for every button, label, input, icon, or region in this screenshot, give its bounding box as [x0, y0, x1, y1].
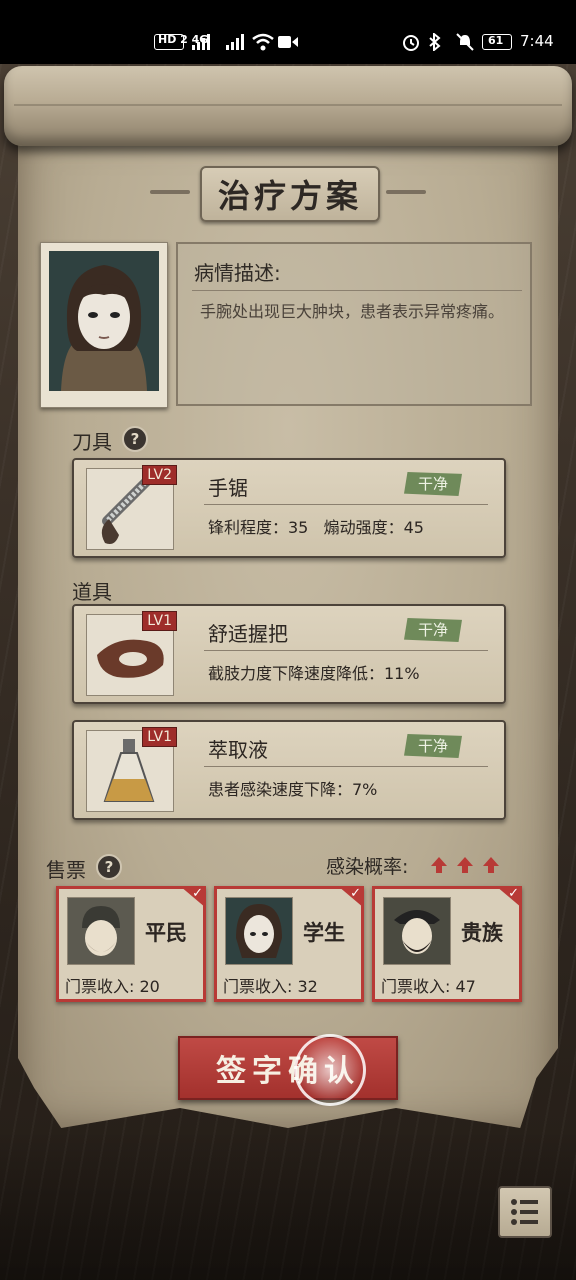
title-plate: 治疗方案 [200, 166, 380, 222]
tap-ripple [294, 1034, 366, 1106]
student-portrait [225, 897, 293, 965]
up-arrow-icon [483, 857, 499, 873]
prop-card-extract[interactable]: LV1 萃取液 干净 患者感染速度下降：7% [72, 720, 506, 820]
scroll-roll [4, 66, 572, 146]
menu-icon [511, 1199, 538, 1225]
mute-icon [456, 33, 474, 51]
title-ornament-right [386, 190, 426, 194]
tool-divider [204, 504, 488, 505]
check-icon: ✓ [180, 886, 206, 908]
extract-image: LV1 [86, 727, 177, 812]
commoner-name: 平民 [145, 921, 187, 945]
extract-clean-tag: 干净 [404, 734, 462, 758]
patient-portrait [40, 242, 168, 408]
commoner-portrait [67, 897, 135, 965]
commoner-income: 门票收入: 20 [65, 977, 160, 996]
grip-divider [204, 650, 488, 651]
page-title: 治疗方案 [217, 177, 362, 215]
condition-divider [192, 290, 522, 291]
grip-clean-tag: 干净 [404, 618, 462, 642]
wood-shadow [0, 1130, 576, 1280]
menu-button[interactable] [498, 1186, 552, 1238]
signal-icon-2 [226, 34, 244, 50]
tool-stats: 锋利程度：35 煽动强度：45 [208, 518, 424, 537]
bluetooth-icon [429, 33, 441, 51]
tool-card[interactable]: LV2 手锯 干净 锋利程度：35 煽动强度：45 [72, 458, 506, 558]
up-arrow-icon [457, 857, 473, 873]
saw-image: LV2 [86, 465, 177, 550]
extract-stats: 患者感染速度下降：7% [208, 780, 378, 799]
tickets-label: 售票 [46, 858, 86, 882]
title-ornament-left [150, 190, 190, 194]
student-income: 门票收入: 32 [223, 977, 318, 996]
grip-image: LV1 [86, 611, 177, 696]
battery-text: 61 [488, 34, 504, 47]
props-label: 道具 [72, 580, 112, 604]
condition-title: 病情描述: [194, 261, 281, 285]
grip-level-badge: LV1 [142, 611, 177, 631]
check-icon: ✓ [496, 886, 522, 908]
battery-icon: 61 [482, 34, 512, 50]
ticket-student[interactable]: 学生 门票收入: 32 ✓ [214, 886, 364, 1002]
prop-card-grip[interactable]: LV1 舒适握把 干净 截肢力度下降速度降低：11% [72, 604, 506, 704]
signal-icon [192, 34, 210, 50]
extract-level-badge: LV1 [142, 727, 177, 747]
check-icon: ✓ [338, 886, 364, 908]
up-arrow-icon [431, 857, 447, 873]
status-bar: HD 2 4G 61 7:44 [0, 0, 576, 64]
condition-text: 手腕处出现巨大肿块，患者表示异常疼痛。 [200, 302, 505, 321]
tool-level-badge: LV2 [142, 465, 177, 485]
grip-stats: 截肢力度下降速度降低：11% [208, 664, 420, 683]
video-icon [278, 36, 298, 48]
ticket-noble[interactable]: 贵族 门票收入: 47 ✓ [372, 886, 522, 1002]
ticket-commoner[interactable]: 平民 门票收入: 20 ✓ [56, 886, 206, 1002]
noble-name: 贵族 [461, 921, 503, 945]
extract-divider [204, 766, 488, 767]
tools-label: 刀具 [72, 430, 112, 454]
infection-label: 感染概率: [326, 856, 409, 878]
grip-name: 舒适握把 [208, 622, 288, 646]
tools-help-icon[interactable]: ? [122, 426, 148, 452]
student-name: 学生 [303, 921, 345, 945]
extract-name: 萃取液 [208, 738, 268, 762]
status-time: 7:44 [520, 32, 554, 50]
tool-clean-tag: 干净 [404, 472, 462, 496]
tool-name: 手锯 [208, 476, 248, 500]
wifi-icon [252, 33, 274, 51]
noble-income: 门票收入: 47 [381, 977, 476, 996]
tickets-help-icon[interactable]: ? [96, 854, 122, 880]
alarm-icon [403, 35, 419, 51]
noble-portrait [383, 897, 451, 965]
